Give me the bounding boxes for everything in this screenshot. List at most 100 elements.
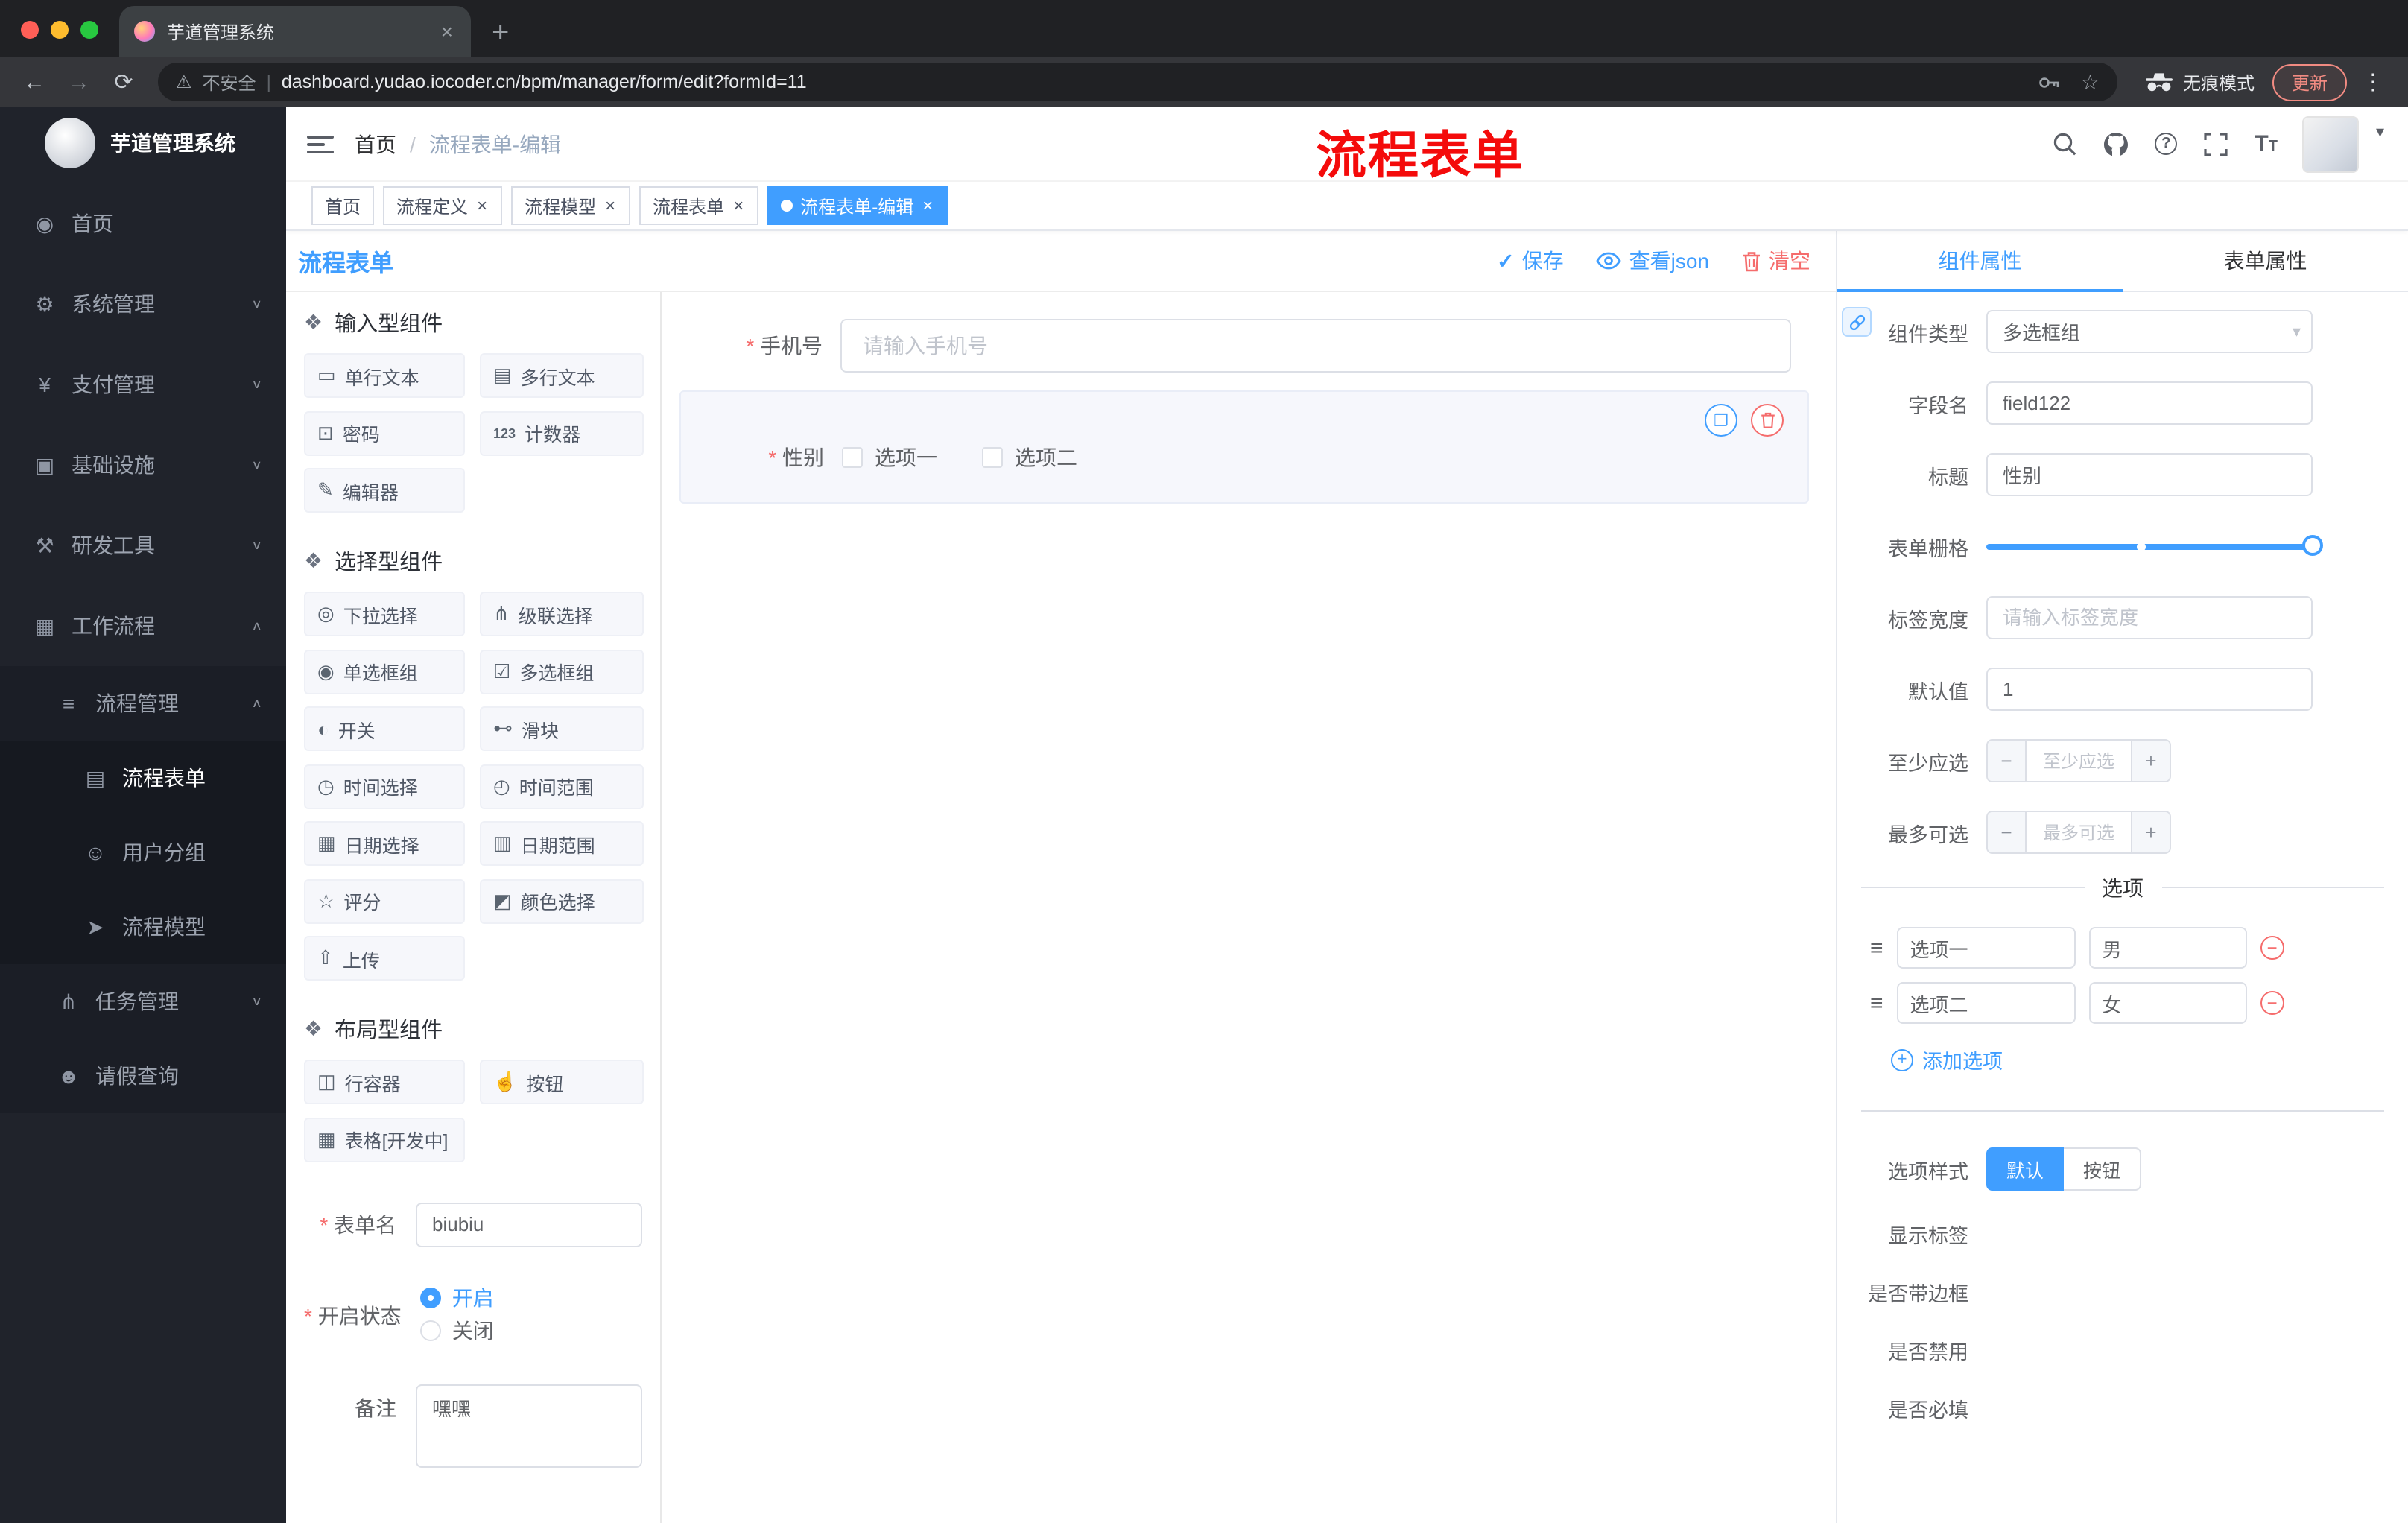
palette-component[interactable]: ◐ 开关	[304, 706, 465, 751]
doc-link-button[interactable]	[1842, 307, 1872, 337]
minus-icon[interactable]: −	[1988, 812, 2027, 852]
avatar[interactable]	[2302, 115, 2360, 172]
palette-component[interactable]: ◎ 下拉选择	[304, 592, 465, 636]
palette-component[interactable]: ▦ 日期选择	[304, 821, 465, 866]
minus-icon[interactable]: −	[1988, 741, 2027, 781]
sidebar-item[interactable]: ▣ 基础设施 ∨	[0, 425, 286, 505]
close-icon[interactable]: ×	[475, 197, 489, 215]
palette-component[interactable]: ☝ 按钮	[480, 1060, 644, 1104]
phone-field-input[interactable]	[840, 319, 1791, 373]
sidebar-item[interactable]: ▤ 流程表单	[0, 741, 286, 815]
view-tag[interactable]: 流程定义 ×	[383, 186, 503, 225]
sidebar-item[interactable]: ≡ 流程管理 ∧	[0, 666, 286, 741]
sidebar-item[interactable]: ▦ 工作流程 ∧	[0, 586, 286, 666]
sidebar-item[interactable]: ☻ 请假查询	[0, 1039, 286, 1113]
close-window-icon[interactable]	[21, 21, 39, 39]
help-icon[interactable]: ?	[2155, 133, 2178, 155]
phone-field-row[interactable]: 手机号	[679, 313, 1815, 379]
collapse-sidebar-icon[interactable]	[307, 135, 334, 153]
component-type-select[interactable]: 多选框组	[1986, 310, 2313, 353]
save-button[interactable]: ✓ 保存	[1497, 246, 1563, 276]
palette-component[interactable]: ▦ 表格[开发中]	[304, 1117, 465, 1162]
remove-option-icon[interactable]: −	[2260, 936, 2284, 960]
palette-component[interactable]: ⋔ 级联选择	[480, 592, 644, 636]
palette-component[interactable]: 123 计数器	[480, 411, 644, 455]
palette-component[interactable]: ▭ 单行文本	[304, 353, 465, 398]
close-icon[interactable]: ×	[732, 197, 745, 215]
breadcrumb-home[interactable]: 首页	[355, 129, 396, 159]
form-canvas[interactable]: 手机号 ❐ 性	[662, 292, 1836, 1523]
sidebar-item[interactable]: ¥ 支付管理 ∨	[0, 344, 286, 425]
default-value-input[interactable]	[1986, 668, 2313, 711]
option-label-input[interactable]	[1896, 982, 2076, 1024]
sidebar-item[interactable]: ➤ 流程模型	[0, 890, 286, 964]
forward-icon[interactable]: →	[60, 69, 98, 95]
view-tag[interactable]: 首页	[311, 186, 375, 225]
tab-component-props[interactable]: 组件属性	[1837, 231, 2123, 292]
update-button[interactable]: 更新	[2272, 63, 2347, 101]
reload-icon[interactable]: ⟳	[104, 69, 143, 95]
sidebar-item[interactable]: ⚒ 研发工具 ∨	[0, 505, 286, 586]
palette-component[interactable]: ☆ 评分	[304, 878, 465, 923]
bookmark-star-icon[interactable]: ☆	[2081, 69, 2100, 95]
back-icon[interactable]: ←	[15, 69, 54, 95]
slider-handle[interactable]	[2302, 534, 2323, 555]
clear-button[interactable]: 清空	[1742, 246, 1810, 276]
fullscreen-icon[interactable]	[2202, 130, 2229, 157]
minimize-window-icon[interactable]	[51, 21, 69, 39]
form-remark-input[interactable]: 嘿嘿	[416, 1384, 642, 1467]
sidebar-item[interactable]: ⚙ 系统管理 ∨	[0, 264, 286, 344]
tab-form-props[interactable]: 表单属性	[2123, 231, 2408, 291]
palette-component[interactable]: ⊡ 密码	[304, 411, 465, 455]
delete-field-button[interactable]	[1751, 404, 1784, 437]
palette-component[interactable]: ⇧ 上传	[304, 936, 465, 981]
key-icon[interactable]	[2036, 69, 2063, 95]
font-size-icon[interactable]: TT	[2255, 131, 2278, 156]
view-json-button[interactable]: 查看json	[1596, 246, 1709, 276]
github-icon[interactable]	[2103, 130, 2129, 157]
grid-slider[interactable]	[1986, 525, 2323, 568]
copy-field-button[interactable]: ❐	[1705, 404, 1737, 437]
close-icon[interactable]: ×	[921, 197, 934, 215]
gender-option-2-checkbox[interactable]: 选项二	[982, 443, 1077, 472]
min-checked-stepper[interactable]: − 至少应选 +	[1986, 739, 2171, 782]
gender-field-row[interactable]: 性别 选项一 选项二	[681, 437, 1807, 478]
max-checked-stepper[interactable]: − 最多可选 +	[1986, 811, 2171, 854]
add-option-button[interactable]: + 添加选项	[1837, 1045, 2408, 1074]
status-on-radio[interactable]: 开启	[420, 1282, 494, 1312]
selected-field-block[interactable]: ❐ 性别	[679, 390, 1809, 504]
search-icon[interactable]	[2050, 130, 2077, 157]
tab-close-icon[interactable]: ×	[438, 19, 456, 43]
avatar-dropdown-icon[interactable]: ▾	[2376, 121, 2384, 141]
new-tab-button[interactable]: +	[471, 18, 509, 57]
remove-option-icon[interactable]: −	[2260, 991, 2284, 1015]
style-button-button[interactable]: 按钮	[2064, 1147, 2141, 1191]
view-tag[interactable]: 流程表单 ×	[639, 186, 759, 225]
palette-component[interactable]: ⊷ 滑块	[480, 706, 644, 751]
view-tag[interactable]: 流程模型 ×	[511, 186, 631, 225]
option-label-input[interactable]	[1896, 927, 2076, 969]
palette-component[interactable]: ✎ 编辑器	[304, 468, 465, 513]
sidebar-item[interactable]: ⋔ 任务管理 ∨	[0, 964, 286, 1039]
browser-tab[interactable]: 芋道管理系统 ×	[119, 6, 471, 57]
browser-menu-icon[interactable]: ⋮	[2353, 69, 2393, 95]
status-off-radio[interactable]: 关闭	[420, 1315, 494, 1345]
palette-component[interactable]: ◷ 时间选择	[304, 764, 465, 808]
palette-component[interactable]: ◫ 行容器	[304, 1060, 465, 1104]
sidebar-item[interactable]: ☺ 用户分组	[0, 815, 286, 890]
gender-option-1-checkbox[interactable]: 选项一	[842, 443, 937, 472]
option-value-input[interactable]	[2088, 927, 2247, 969]
drag-handle-icon[interactable]: ≡	[1870, 990, 1883, 1016]
title-input[interactable]	[1986, 453, 2313, 496]
plus-icon[interactable]: +	[2131, 812, 2170, 852]
palette-component[interactable]: ◴ 时间范围	[480, 764, 644, 808]
view-tag[interactable]: 流程表单-编辑 ×	[767, 186, 948, 225]
option-value-input[interactable]	[2088, 982, 2247, 1024]
form-name-input[interactable]	[416, 1202, 642, 1247]
maximize-window-icon[interactable]	[80, 21, 98, 39]
palette-component[interactable]: ▥ 日期范围	[480, 821, 644, 866]
field-name-input[interactable]	[1986, 381, 2313, 425]
sidebar-logo[interactable]: 芋道管理系统	[0, 107, 286, 179]
palette-component[interactable]: ☑ 多选框组	[480, 649, 644, 694]
palette-component[interactable]: ◉ 单选框组	[304, 649, 465, 694]
